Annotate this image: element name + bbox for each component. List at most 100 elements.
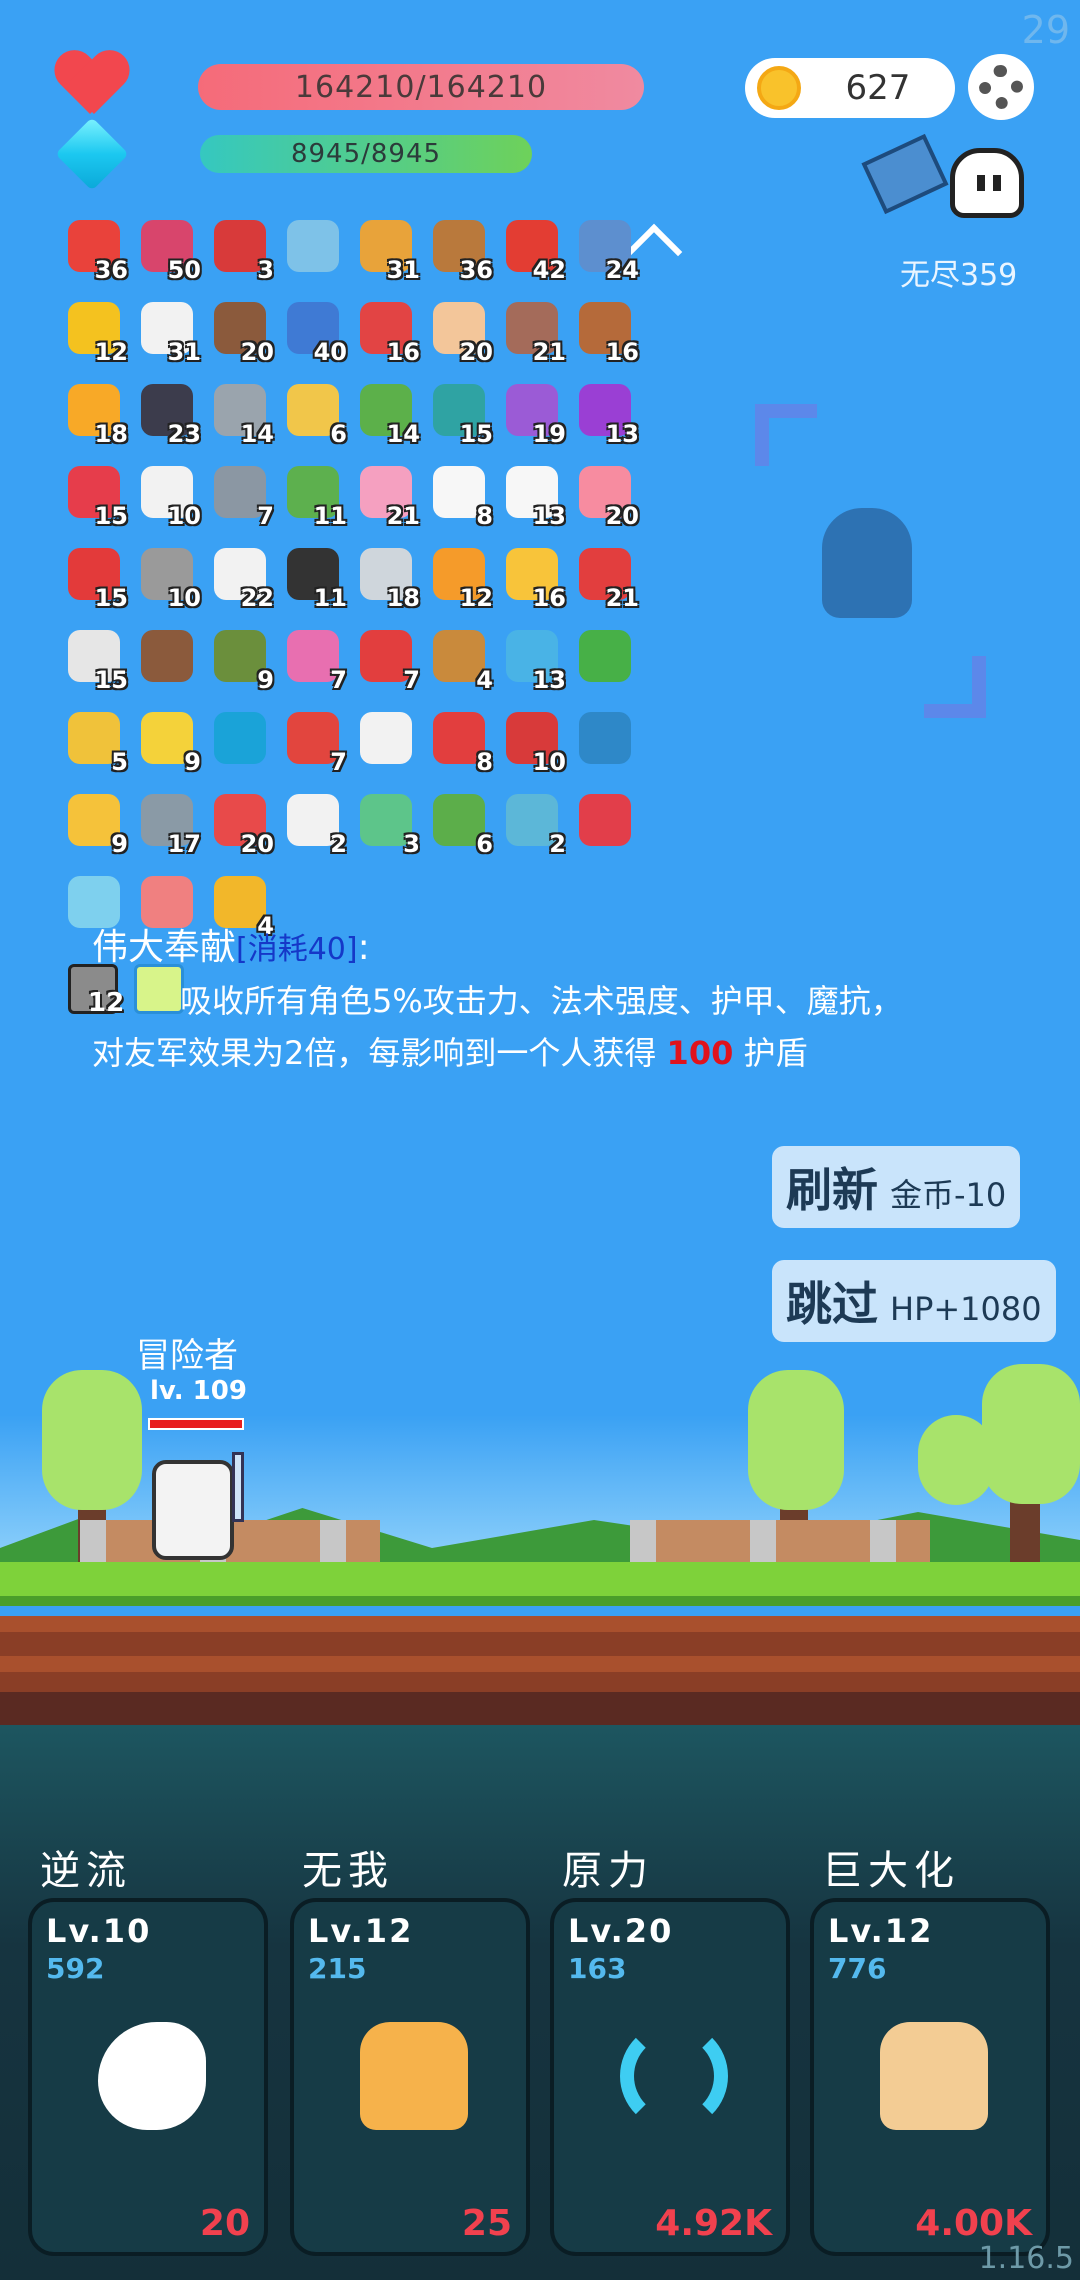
inventory-item[interactable] [135,626,201,692]
hero-knight[interactable] [152,1460,234,1560]
inventory-item[interactable]: 6 [281,380,347,448]
hero-hp-bar [148,1418,244,1430]
mp-bar: 8945/8945 [200,135,532,173]
item-count: 8 [476,502,493,530]
inventory-item[interactable]: 18 [354,544,420,612]
skill-card[interactable]: Lv.12 776 4.00K [810,1898,1050,2256]
inventory-item[interactable]: 8 [427,462,493,530]
inventory-item[interactable]: 13 [573,380,639,448]
inventory-item[interactable]: 9 [135,708,201,776]
inventory-item[interactable]: 12 [427,544,493,612]
inventory-item[interactable]: 15 [62,626,128,694]
item-count: 31 [386,256,420,284]
inventory-item[interactable]: 23 [135,380,201,448]
inventory-item[interactable]: 9 [62,790,128,858]
inventory-item[interactable]: 24 [573,216,639,284]
item-count: 17 [167,830,201,858]
skill-card[interactable]: Lv.20 163 4.92K [550,1898,790,2256]
wing-icon [98,2022,206,2130]
inventory-item[interactable]: 6 [427,790,493,858]
inventory-item[interactable]: 12 [62,298,128,366]
inventory-item[interactable]: 16 [354,298,420,366]
hp-row: 164210/164210 [54,52,644,122]
inventory-item[interactable]: 20 [208,298,274,366]
item-count: 3 [403,830,420,858]
crystal-icon [55,117,129,191]
skill-cost: 4.00K [915,2203,1032,2244]
inventory-item[interactable]: 9 [208,626,274,694]
cycle-icon [620,2022,728,2130]
palm-eye-icon [360,2022,468,2130]
inventory-item[interactable]: 20 [573,462,639,530]
inventory-item[interactable]: 5 [62,708,128,776]
flag-icon[interactable] [861,133,949,215]
corner-number: 29 [1021,8,1070,52]
inventory-item[interactable]: 40 [281,298,347,366]
inventory-item[interactable]: 15 [62,544,128,612]
inventory-item[interactable]: 31 [354,216,420,284]
inventory-item[interactable]: 4 [427,626,493,694]
inventory-item[interactable]: 31 [135,298,201,366]
inventory-item[interactable]: 15 [62,462,128,530]
inventory-item[interactable] [354,708,420,774]
inventory-item[interactable] [573,626,639,692]
inventory-item[interactable]: 2 [281,790,347,858]
item-count: 9 [257,666,274,694]
inventory-item[interactable]: 3 [354,790,420,858]
skill-card[interactable]: Lv.10 592 20 [28,1898,268,2256]
enemy-monster[interactable] [822,508,912,618]
item-count: 31 [167,338,201,366]
inventory-item[interactable]: 7 [354,626,420,694]
inventory-item[interactable]: 7 [208,462,274,530]
inventory-item[interactable] [281,216,347,282]
item-count: 20 [459,338,493,366]
inventory-item[interactable]: 10 [500,708,566,776]
inventory-item[interactable]: 11 [281,462,347,530]
inventory-item[interactable]: 8 [427,708,493,776]
inventory-item[interactable]: 16 [573,298,639,366]
ability-title: 伟大奉献[消耗40]: [92,918,370,970]
inventory-item[interactable]: 20 [208,790,274,858]
inventory-item[interactable]: 17 [135,790,201,858]
inventory-item[interactable]: 15 [427,380,493,448]
inventory-item[interactable]: 3 [208,216,274,284]
inventory-item[interactable]: 21 [354,462,420,530]
ability-cost: [消耗40] [236,932,358,967]
inventory-item[interactable]: 36 [427,216,493,284]
inventory-item[interactable]: 20 [427,298,493,366]
item-count: 7 [403,666,420,694]
item-count: 36 [459,256,493,284]
inventory-item[interactable]: 21 [500,298,566,366]
inventory-item[interactable]: 14 [208,380,274,448]
item-icon [141,630,193,682]
ability-desc-line1: 吸收所有角色5%攻击力、法术强度、护甲、魔抗， [180,982,903,1020]
inventory-item[interactable]: 19 [500,380,566,448]
skill-title: 无我 [302,1848,394,1894]
inventory-item[interactable]: 13 [500,626,566,694]
inventory-item[interactable]: 21 [573,544,639,612]
inventory-item[interactable]: 7 [281,708,347,776]
heart-icon [54,52,130,122]
inventory-item[interactable]: 16 [500,544,566,612]
inventory-item[interactable]: 11 [281,544,347,612]
skill-card[interactable]: Lv.12 215 25 [290,1898,530,2256]
inventory-item[interactable]: 7 [281,626,347,694]
inventory-item[interactable]: 10 [135,544,201,612]
skill-cost: 4.92K [655,2203,772,2244]
inventory-item[interactable] [573,708,639,774]
inventory-item[interactable]: 14 [354,380,420,448]
inventory-item[interactable]: 18 [62,380,128,448]
inventory-item[interactable]: 22 [208,544,274,612]
inventory-item[interactable] [573,790,639,856]
inventory-item[interactable]: 36 [62,216,128,284]
refresh-button[interactable]: 刷新 金币-10 [772,1146,1021,1228]
item-count: 42 [532,256,566,284]
inventory-item[interactable]: 10 [135,462,201,530]
inventory-item[interactable]: 42 [500,216,566,284]
inventory-item[interactable] [208,708,274,774]
inventory-item[interactable]: 13 [500,462,566,530]
settings-button[interactable] [968,54,1034,120]
ghost-icon[interactable] [950,148,1024,218]
inventory-item[interactable]: 2 [500,790,566,858]
inventory-item[interactable]: 50 [135,216,201,284]
